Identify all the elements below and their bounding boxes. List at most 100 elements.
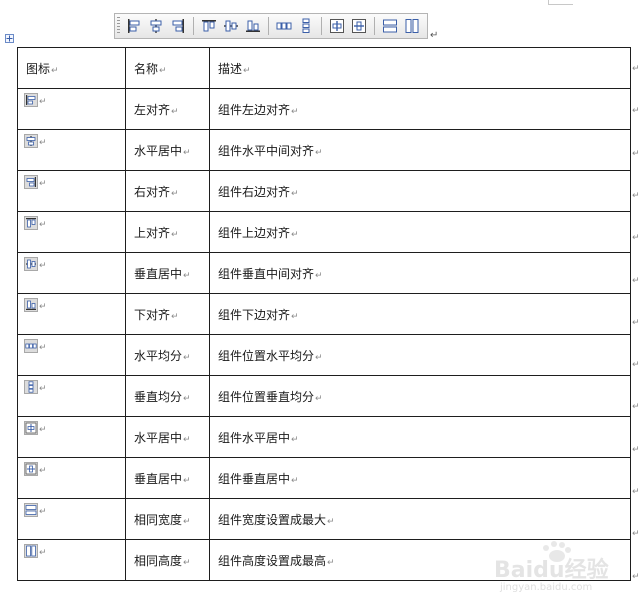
align-right-icon xyxy=(172,19,184,33)
name-cell: 垂直均分↵ xyxy=(125,375,210,417)
table-row: ↵ 水平居中↵ 组件水平中间对齐↵ xyxy=(17,129,631,171)
center-horizontal-button[interactable] xyxy=(326,15,348,37)
paragraph-mark: ↵ xyxy=(171,188,179,199)
table-row: ↵ 垂直均分↵ 组件位置垂直均分↵ xyxy=(17,375,631,417)
paragraph-mark: ↵ xyxy=(291,106,299,117)
desc-cell: 组件左边对齐↵ xyxy=(209,88,631,130)
paragraph-mark: ↵ xyxy=(243,65,251,76)
paragraph-mark: ↵ xyxy=(159,65,167,76)
same-width-icon xyxy=(24,503,38,517)
function-description: 组件左边对齐 xyxy=(218,102,291,117)
align-bottom-button[interactable] xyxy=(242,15,264,37)
row-end-mark: ↵ xyxy=(632,529,640,540)
table-row: ↵ 左对齐↵ 组件左边对齐↵ xyxy=(17,88,631,130)
paragraph-mark: ↵ xyxy=(183,475,191,486)
function-name: 水平居中 xyxy=(134,143,183,158)
center-vertical-button[interactable] xyxy=(348,15,370,37)
row-end-mark: ↵ xyxy=(632,360,640,371)
desc-cell: 组件右边对齐↵ xyxy=(209,170,631,212)
icon-cell: ↵ xyxy=(17,88,126,130)
header-icon-label: 图标 xyxy=(26,61,51,76)
align-left-button[interactable] xyxy=(123,15,145,37)
paragraph-mark: ↵ xyxy=(315,147,323,158)
table-move-handle[interactable] xyxy=(5,34,14,43)
name-cell: 上对齐↵ xyxy=(125,211,210,253)
header-desc-cell: 描述↵ xyxy=(209,47,631,89)
paragraph-mark: ↵ xyxy=(39,138,47,148)
paragraph-mark: ↵ xyxy=(183,516,191,527)
name-cell: 右对齐↵ xyxy=(125,170,210,212)
align-top-icon xyxy=(202,20,216,32)
row-end-mark: ↵ xyxy=(632,190,640,201)
toolbar-grip[interactable] xyxy=(117,17,120,35)
name-cell: 垂直居中↵ xyxy=(125,457,210,499)
function-description: 组件上边对齐 xyxy=(218,225,291,240)
distribute-vertical-button[interactable] xyxy=(295,15,317,37)
paragraph-mark: ↵ xyxy=(327,557,335,568)
name-cell: 相同宽度↵ xyxy=(125,498,210,540)
paragraph-mark: ↵ xyxy=(39,466,47,476)
move-arrows-icon xyxy=(6,35,13,42)
function-description: 组件水平居中 xyxy=(218,430,291,445)
same-height-button[interactable] xyxy=(401,15,423,37)
function-description: 组件位置水平均分 xyxy=(218,348,315,363)
align-right-icon xyxy=(24,175,38,189)
desc-cell: 组件宽度设置成最大↵ xyxy=(209,498,631,540)
icon-cell: ↵ xyxy=(17,334,126,376)
function-description: 组件位置垂直均分 xyxy=(218,389,315,404)
paragraph-mark: ↵ xyxy=(183,270,191,281)
paragraph-mark: ↵ xyxy=(315,393,323,404)
desc-cell: 组件水平居中↵ xyxy=(209,416,631,458)
header-desc-label: 描述 xyxy=(218,61,243,76)
table-row: ↵ 下对齐↵ 组件下边对齐↵ xyxy=(17,293,631,335)
row-end-mark: ↵ xyxy=(632,106,640,117)
paragraph-mark: ↵ xyxy=(51,65,59,76)
row-end-mark: ↵ xyxy=(632,571,640,582)
paragraph-mark: ↵ xyxy=(171,229,179,240)
watermark-text: Baidu经验 xyxy=(494,558,609,583)
paragraph-mark: ↵ xyxy=(171,311,179,322)
paragraph-mark: ↵ xyxy=(315,270,323,281)
page-corner-mark xyxy=(548,0,573,5)
icon-cell: ↵ xyxy=(17,416,126,458)
row-end-mark: ↵ xyxy=(632,402,640,413)
table-header-row: 图标↵ 名称↵ 描述↵ xyxy=(17,47,631,89)
desc-cell: 组件水平中间对齐↵ xyxy=(209,129,631,171)
paragraph-mark: ↵ xyxy=(39,343,47,353)
distribute-horizontal-icon xyxy=(24,339,38,353)
name-cell: 垂直居中↵ xyxy=(125,252,210,294)
toolbar-separator xyxy=(374,17,375,35)
distribute-horizontal-button[interactable] xyxy=(273,15,295,37)
name-cell: 左对齐↵ xyxy=(125,88,210,130)
same-width-icon xyxy=(383,19,397,33)
row-end-mark: ↵ xyxy=(632,148,640,159)
icon-cell: ↵ xyxy=(17,129,126,171)
icon-cell: ↵ xyxy=(17,375,126,417)
alignment-toolbar xyxy=(114,13,428,39)
function-description: 组件水平中间对齐 xyxy=(218,143,315,158)
function-name: 水平居中 xyxy=(134,430,183,445)
header-name-label: 名称 xyxy=(134,61,159,76)
align-right-button[interactable] xyxy=(167,15,189,37)
name-cell: 水平居中↵ xyxy=(125,129,210,171)
same-width-button[interactable] xyxy=(379,15,401,37)
function-name: 相同高度 xyxy=(134,553,183,568)
align-left-icon xyxy=(128,19,140,33)
icon-cell: ↵ xyxy=(17,498,126,540)
function-name: 垂直均分 xyxy=(134,389,183,404)
icon-cell: ↵ xyxy=(17,252,126,294)
watermark-logo: Baidu经验 jingyan.baidu.com xyxy=(488,538,618,602)
align-middle-vertical-button[interactable] xyxy=(220,15,242,37)
paragraph-mark: ↵ xyxy=(183,147,191,158)
row-end-mark: ↵ xyxy=(632,317,640,328)
toolbar-separator xyxy=(321,17,322,35)
paragraph-mark: ↵ xyxy=(291,434,299,445)
center-horizontal-icon xyxy=(24,421,38,435)
distribute-horizontal-icon xyxy=(276,22,292,30)
icon-cell: ↵ xyxy=(17,211,126,253)
table-row: ↵ 右对齐↵ 组件右边对齐↵ xyxy=(17,170,631,212)
align-top-button[interactable] xyxy=(198,15,220,37)
align-center-horizontal-button[interactable] xyxy=(145,15,167,37)
icon-cell: ↵ xyxy=(17,293,126,335)
align-middle-vertical-icon xyxy=(24,257,38,271)
